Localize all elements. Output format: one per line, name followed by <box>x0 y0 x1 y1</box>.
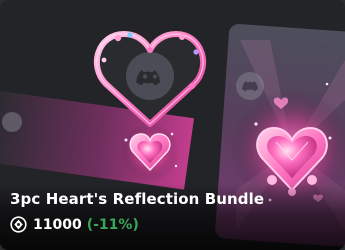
product-title: 3pc Heart's Reflection Bundle <box>10 190 265 208</box>
price-value: 11000 <box>33 216 82 233</box>
price-row: 11000 (-11%) <box>10 216 139 233</box>
discount-badge: (-11%) <box>86 216 139 233</box>
orb-icon <box>10 216 27 233</box>
shop-item-card[interactable]: 3pc Heart's Reflection Bundle 11000 (-11… <box>0 0 345 250</box>
